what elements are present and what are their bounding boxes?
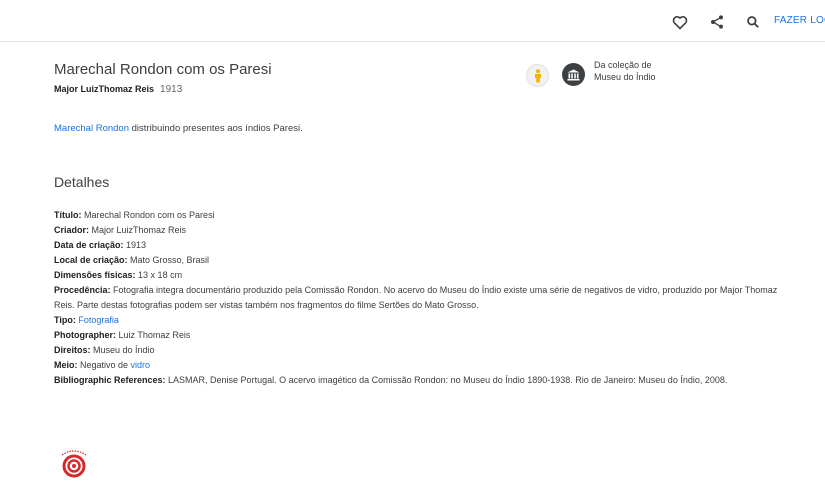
detail-local: Local de criação: Mato Grosso, Brasil (54, 255, 210, 265)
meio-link[interactable]: vidro (131, 360, 151, 370)
search-icon[interactable] (744, 13, 762, 31)
artwork-year: 1913 (160, 84, 183, 95)
person-badge[interactable] (526, 64, 549, 87)
detail-direitos: Direitos: Museu do Índio (54, 345, 155, 355)
description-text: distribuindo presentes aos índios Paresi… (129, 123, 303, 134)
share-icon[interactable] (708, 13, 726, 31)
login-link[interactable]: FAZER LOGIN (774, 15, 825, 26)
museum-logo[interactable] (54, 446, 94, 480)
artwork-title: Marechal Rondon com os Paresi (54, 61, 272, 78)
detail-titulo: Título: Marechal Rondon com os Paresi (54, 210, 215, 220)
artwork-byline: Major LuizThomaz Reis 1913 (54, 84, 182, 95)
detail-procedencia: Procedência: Fotografia integra document… (54, 285, 778, 310)
detail-photographer: Photographer: Luiz Thomaz Reis (54, 330, 191, 340)
collection-museum-link[interactable]: Museu do Índio (594, 71, 656, 83)
detail-tipo: Tipo: Fotografia (54, 315, 119, 325)
tipo-link[interactable]: Fotografia (78, 315, 119, 325)
person-icon (534, 68, 541, 82)
detail-biblio: Bibliographic References: LASMAR, Denise… (54, 375, 728, 385)
collection-info: Da coleção de Museu do Índio (594, 59, 656, 83)
detail-meio: Meio: Negativo de vidro (54, 360, 151, 370)
artwork-description: Marechal Rondon distribuindo presentes a… (54, 123, 303, 134)
details-heading: Detalhes (54, 174, 110, 190)
details-list: Título: Marechal Rondon com os Paresi Cr… (54, 208, 784, 388)
museum-badge[interactable] (562, 63, 585, 86)
detail-data: Data de criação: 1913 (54, 240, 147, 250)
collection-label: Da coleção de (594, 60, 652, 70)
description-link[interactable]: Marechal Rondon (54, 123, 129, 134)
heart-icon[interactable] (671, 13, 689, 31)
museum-icon (567, 69, 580, 80)
detail-dimensoes: Dimensões físicas: 13 x 18 cm (54, 270, 183, 280)
artwork-creator[interactable]: Major LuizThomaz Reis (54, 84, 154, 94)
detail-criador: Criador: Major LuizThomaz Reis (54, 225, 187, 235)
top-bar: FAZER LOGIN (0, 0, 825, 42)
